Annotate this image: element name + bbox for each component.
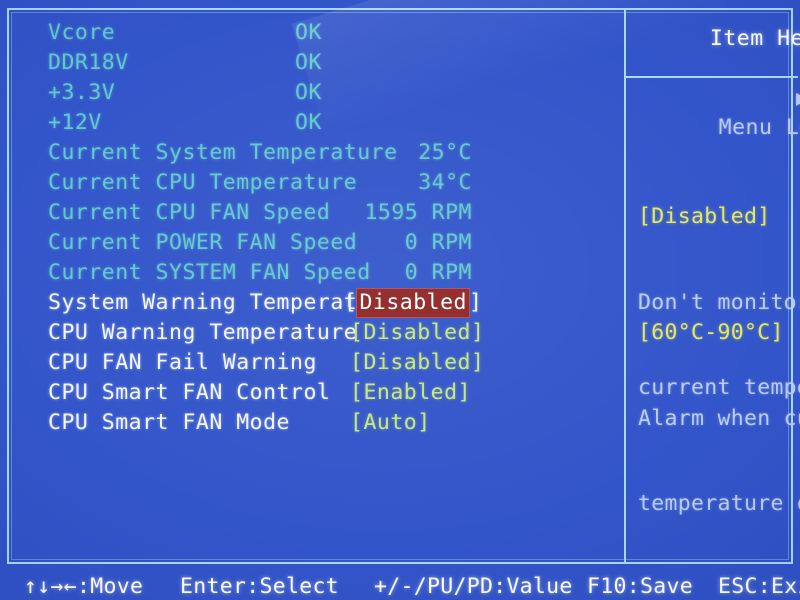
monitor-value: OK bbox=[295, 50, 322, 75]
hardware-monitor-panel: Vcore OK DDR18V OK +3.3V OK +12V OK Curr… bbox=[20, 18, 618, 558]
setting-value[interactable]: [Disabled] bbox=[350, 348, 530, 378]
menu-level-label: Menu Level bbox=[718, 115, 800, 140]
monitor-value: 34°C bbox=[418, 170, 472, 195]
status-bar: ↑↓→←:Move Enter:Select +/-/PU/PD:Value F… bbox=[0, 574, 800, 600]
monitor-value: OK bbox=[295, 80, 322, 105]
option-value[interactable]: Enabled bbox=[363, 380, 457, 405]
monitor-row: DDR18V OK bbox=[20, 48, 618, 78]
item-help-title: Item He bbox=[709, 26, 800, 51]
setting-label: CPU Smart FAN Mode bbox=[48, 410, 290, 435]
help-block-line: Alarm when cur bbox=[638, 405, 800, 431]
monitor-value: 0 RPM bbox=[404, 260, 472, 285]
bracket-open: [ bbox=[350, 410, 364, 435]
monitor-value: 0 RPM bbox=[404, 230, 472, 255]
bracket-close: ] bbox=[471, 320, 485, 345]
monitor-value: OK bbox=[295, 20, 322, 45]
bios-screen: Vcore OK DDR18V OK +3.3V OK +12V OK Curr… bbox=[0, 0, 800, 600]
monitor-label: DDR18V bbox=[48, 50, 129, 75]
bracket-close: ] bbox=[417, 410, 431, 435]
help-block-header: [60°C-90°C] bbox=[638, 320, 784, 345]
status-key-value[interactable]: +/-/PU/PD:Value bbox=[374, 574, 573, 600]
setting-value[interactable]: [Enabled] bbox=[350, 378, 530, 408]
monitor-label: +12V bbox=[48, 110, 102, 135]
status-key-save[interactable]: F10:Save bbox=[587, 574, 693, 600]
option-value[interactable]: Auto bbox=[363, 410, 417, 435]
monitor-label: Vcore bbox=[48, 20, 116, 45]
setting-row-system-warning-temperature[interactable]: System Warning Temperature [Disabled] bbox=[20, 288, 618, 318]
setting-row-cpu-smart-fan-mode[interactable]: CPU Smart FAN Mode [Auto] bbox=[20, 408, 618, 438]
bracket-open: [ bbox=[350, 380, 364, 405]
monitor-value: 1595 RPM bbox=[364, 200, 472, 225]
panel-vertical-divider bbox=[624, 10, 626, 562]
help-block-temperature-range: [60°C-90°C] Alarm when cur temperature o… bbox=[638, 262, 800, 558]
setting-row-cpu-smart-fan-control[interactable]: CPU Smart FAN Control [Enabled] bbox=[20, 378, 618, 408]
status-key-select[interactable]: Enter:Select bbox=[180, 574, 339, 600]
help-block-line: temperature ov bbox=[638, 491, 800, 516]
monitor-row: Current CPU Temperature 34°C bbox=[20, 168, 618, 198]
setting-row-cpu-warning-temperature[interactable]: CPU Warning Temperature [Disabled] bbox=[20, 318, 618, 348]
item-help-panel: Item He Menu Level ▶ [Disabled] Don't mo… bbox=[632, 18, 800, 558]
bracket-open: [ bbox=[350, 320, 364, 345]
setting-value[interactable]: [Disabled] bbox=[350, 318, 530, 348]
monitor-row: +3.3V OK bbox=[20, 78, 618, 108]
monitor-value: 25°C bbox=[418, 140, 472, 165]
setting-label: CPU FAN Fail Warning bbox=[48, 350, 317, 375]
monitor-row: Vcore OK bbox=[20, 18, 618, 48]
setting-row-cpu-fan-fail-warning[interactable]: CPU FAN Fail Warning [Disabled] bbox=[20, 348, 618, 378]
setting-value[interactable]: [Auto] bbox=[350, 408, 530, 438]
monitor-row: Current System Temperature 25°C bbox=[20, 138, 618, 168]
monitor-row: +12V OK bbox=[20, 108, 618, 138]
bracket-open: [ bbox=[350, 350, 364, 375]
option-value[interactable]: Disabled bbox=[363, 320, 471, 345]
option-value[interactable]: Disabled bbox=[363, 350, 471, 375]
setting-value[interactable]: [Disabled] bbox=[344, 288, 524, 318]
monitor-label: +3.3V bbox=[48, 80, 116, 105]
selected-option-value[interactable]: Disabled bbox=[357, 289, 470, 317]
setting-label: CPU Warning Temperature bbox=[48, 320, 358, 345]
bracket-close: ] bbox=[469, 290, 483, 315]
bracket-open: [ bbox=[344, 290, 358, 315]
bracket-close: ] bbox=[471, 350, 485, 375]
bracket-close: ] bbox=[457, 380, 472, 405]
monitor-value: OK bbox=[295, 110, 322, 135]
status-key-exit[interactable]: ESC:Exit bbox=[718, 574, 800, 600]
monitor-row: Current SYSTEM FAN Speed 0 RPM bbox=[20, 258, 618, 288]
setting-label: CPU Smart FAN Control bbox=[48, 380, 331, 405]
status-key-move[interactable]: ↑↓→←:Move bbox=[24, 574, 143, 600]
chevron-right-icon: ▶ bbox=[796, 85, 800, 113]
help-block-header: [Disabled] bbox=[638, 204, 771, 229]
monitor-row: Current CPU FAN Speed 1595 RPM bbox=[20, 198, 618, 228]
monitor-row: Current POWER FAN Speed 0 RPM bbox=[20, 228, 618, 258]
